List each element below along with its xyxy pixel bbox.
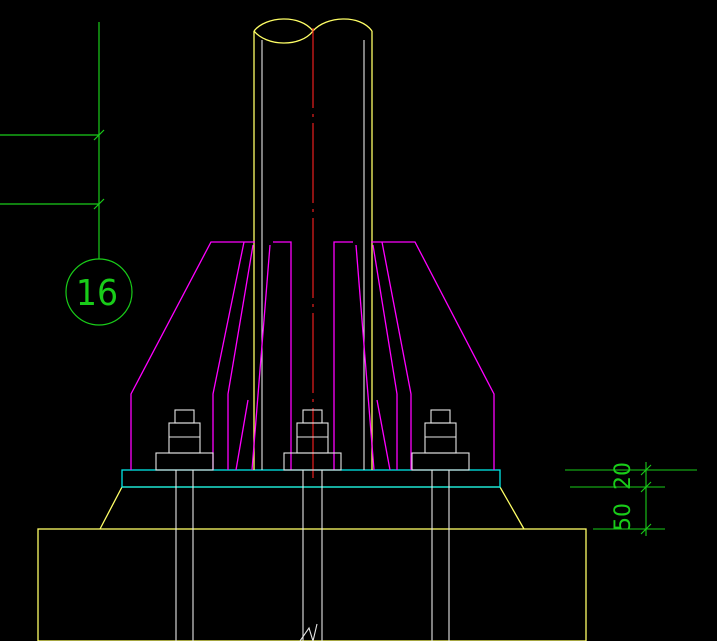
- cad-drawing-canvas[interactable]: 16 50 20: [0, 0, 717, 641]
- base-plate: [121, 469, 501, 488]
- rib-inner-right-b: [372, 244, 398, 470]
- column-break-line-lower: [253, 30, 314, 44]
- bolt-right-nut-upper: [430, 409, 451, 424]
- rib-outer-right: [371, 241, 495, 470]
- bolt-left-nut-lower: [168, 422, 201, 454]
- pedestal-body: [37, 528, 587, 641]
- dim-text-upper: 50: [611, 503, 636, 531]
- bolt-left-nut-upper: [174, 409, 195, 424]
- bolt-right-washer: [411, 452, 470, 471]
- rib-diagonal-right: [376, 399, 391, 471]
- rib-diagonal-left: [235, 399, 249, 471]
- rib-inner-left-d: [251, 244, 271, 471]
- axis-bubble-label: 16: [76, 273, 118, 315]
- anchor-bolt-right: [411, 409, 470, 641]
- anchor-bolt-left: [155, 409, 214, 641]
- rib-inner-right-d: [355, 244, 375, 471]
- rib-inner-left-c: [273, 241, 292, 470]
- dim-text-lower: 20: [611, 462, 636, 490]
- grout-bed-outline: [99, 486, 525, 530]
- bolt-left-washer: [155, 452, 214, 471]
- bolt-right-nut-lower: [424, 422, 457, 454]
- foundation-pedestal: [37, 486, 587, 641]
- rib-inner-right-c: [333, 241, 353, 470]
- rib-inner-left-b: [227, 244, 254, 470]
